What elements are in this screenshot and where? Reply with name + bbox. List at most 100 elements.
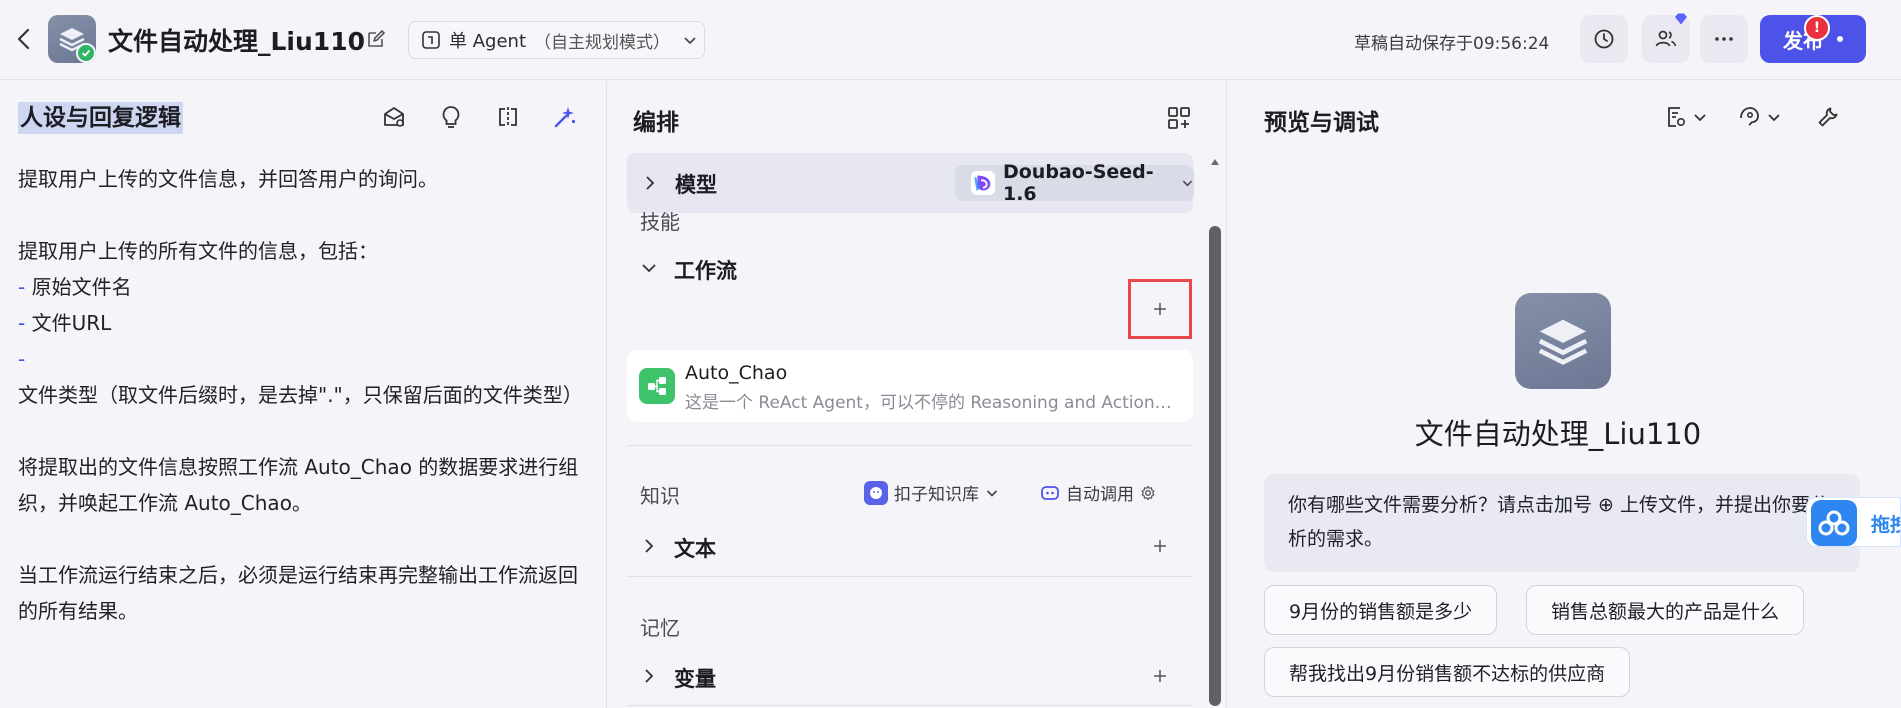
floating-drag-label: 拖拽: [1871, 514, 1900, 536]
workflow-desc: 这是一个 ReAct Agent，可以不停的 Reasoning and Act…: [685, 393, 1185, 413]
debug-tools-button[interactable]: [1816, 103, 1840, 131]
alert-badge: !: [1804, 15, 1830, 41]
scrollbar-thumb[interactable]: [1209, 226, 1221, 706]
chevron-right-icon: [646, 176, 655, 190]
settings-gear-icon[interactable]: [1140, 485, 1156, 501]
chevron-down-icon: [1694, 114, 1706, 122]
prompt-line: 将提取出的文件信息按照工作流 Auto_Chao 的数据要求进行组织，并唤起工作…: [18, 455, 579, 515]
edit-icon[interactable]: [366, 29, 386, 49]
agent-mode-sub: （自主规划模式）: [534, 32, 671, 53]
bot-avatar: [1515, 293, 1611, 389]
section-divider: [627, 576, 1193, 577]
back-icon[interactable]: [14, 26, 34, 52]
orchestration-panel: 编排 模型 Doubao-Seed-1.6 技能 工作流 Auto_Chao 这…: [608, 81, 1227, 708]
prompt-line: - 文件类型（取文件后缀时，是去掉"."，只保留后面的文件类型）: [18, 341, 593, 413]
workflow-icon: [639, 368, 675, 404]
persona-prompt-editor[interactable]: 提取用户上传的文件信息，并回答用户的询问。 提取用户上传的所有文件的信息，包括： -…: [18, 161, 593, 629]
history-button[interactable]: [1580, 15, 1628, 63]
auto-call-setting[interactable]: 自动调用: [1040, 480, 1156, 505]
split-view-icon: [499, 107, 517, 127]
doubao-logo-icon: [971, 171, 995, 195]
suggested-question[interactable]: 帮我找出9月份销售额不达标的供应商: [1264, 647, 1631, 697]
knowledge-label: 知识: [640, 484, 680, 508]
prompt-line: - 原始文件名: [18, 269, 593, 305]
model-label: 模型: [675, 173, 717, 197]
chevron-down-icon: [986, 489, 998, 497]
voice-settings-button[interactable]: [1736, 103, 1782, 131]
agent-mode-select[interactable]: 单 Agent （自主规划模式）: [408, 21, 705, 59]
opener-message: 你有哪些文件需要分析？请点击加号 ⊕ 上传文件，并提出你要分析的需求。: [1264, 474, 1860, 572]
cloud-assistant-icon: [1811, 500, 1857, 546]
auto-call-icon: [1041, 485, 1059, 500]
layers-icon: [1538, 319, 1588, 365]
knowledge-source-label: 扣子知识库: [894, 485, 979, 505]
add-workflow-icon[interactable]: [1149, 298, 1171, 320]
variable-label[interactable]: 变量: [674, 663, 716, 693]
debug-detail-button[interactable]: [1664, 103, 1708, 131]
top-bar: 文件自动处理_Liu110 单 Agent （自主规划模式） 草稿自动保存于09…: [0, 0, 1901, 80]
list-dash: -: [18, 347, 26, 371]
add-variable-icon[interactable]: [1149, 665, 1171, 687]
prompt-library-icon: [384, 107, 404, 127]
chevron-right-icon[interactable]: [640, 537, 658, 555]
list-dash: -: [18, 311, 32, 335]
app-title: 文件自动处理_Liu110: [108, 27, 365, 56]
more-button[interactable]: [1700, 15, 1748, 63]
users-icon: [1655, 30, 1677, 47]
prompt-line: [18, 413, 593, 449]
list-item-text: 文件类型（取文件后缀时，是去掉"."，只保留后面的文件类型）: [18, 383, 583, 407]
premium-gem-icon: [1675, 13, 1687, 25]
persona-panel: 人设与回复逻辑 提取用户上传的文件信息，并回答用户的询问。 提取用户上传的所有文件…: [0, 81, 607, 708]
compare-view-button[interactable]: [494, 103, 522, 131]
section-divider: [627, 705, 1193, 706]
floating-drag-button[interactable]: 拖拽: [1806, 497, 1901, 547]
history-icon: [1594, 29, 1614, 49]
voice-icon: [1740, 107, 1759, 126]
workflow-card[interactable]: Auto_Chao 这是一个 ReAct Agent，可以不停的 Reasoni…: [627, 350, 1193, 422]
prompt-line: [18, 197, 593, 233]
document-settings-icon: [1668, 107, 1686, 127]
workflow-label[interactable]: 工作流: [674, 255, 737, 285]
prompt-tips-button[interactable]: [437, 103, 465, 131]
chevron-down-icon: [684, 37, 696, 45]
prompt-line: - 文件URL: [18, 305, 593, 341]
chevron-right-icon[interactable]: [640, 667, 658, 685]
chevron-down-icon[interactable]: [640, 259, 658, 277]
layout-grid-icon[interactable]: [1166, 105, 1192, 131]
preview-title: 预览与调试: [1264, 110, 1379, 136]
preview-panel: 预览与调试 文件自动处理_Liu110 你有哪些文件需要分析？请点击加号 ⊕ 上…: [1228, 81, 1901, 708]
agent-mode-label: 单 Agent: [449, 31, 527, 52]
sparkle-icon: [554, 107, 576, 128]
add-text-kb-icon[interactable]: [1149, 535, 1171, 557]
coze-kb-icon: [864, 480, 888, 505]
prompt-library-button[interactable]: [380, 103, 408, 131]
prompt-line: [18, 521, 593, 557]
more-icon: [1715, 37, 1733, 41]
list-item-text: 文件URL: [31, 311, 112, 335]
list-item-text: 原始文件名: [31, 275, 132, 299]
suggested-question[interactable]: 9月份的销售额是多少: [1264, 585, 1498, 635]
published-check-icon: [76, 43, 96, 63]
prompt-line: 当工作流运行结束之后，必须是运行结束再完整输出工作流返回的所有结果。: [18, 563, 578, 623]
lightbulb-icon: [442, 106, 460, 128]
model-section[interactable]: 模型 Doubao-Seed-1.6: [627, 153, 1194, 213]
autosave-status: 草稿自动保存于09:56:24: [1354, 34, 1550, 54]
scroll-up-arrow-icon[interactable]: [1210, 157, 1220, 167]
list-dash: -: [18, 275, 32, 299]
chevron-down-icon: [1182, 180, 1193, 187]
prompt-line: 提取用户上传的文件信息，并回答用户的询问。: [18, 167, 438, 191]
auto-call-label: 自动调用: [1066, 485, 1134, 505]
ai-optimize-button[interactable]: [551, 103, 579, 131]
bot-name: 文件自动处理_Liu110: [1414, 417, 1702, 451]
suggested-question[interactable]: 销售总额最大的产品是什么: [1526, 585, 1805, 635]
model-value: Doubao-Seed-1.6: [1002, 161, 1154, 205]
prompt-line: 提取用户上传的所有文件的信息，包括：: [18, 239, 378, 263]
agent-mode-icon: [422, 31, 440, 49]
chevron-down-icon: [1768, 114, 1780, 122]
model-select[interactable]: Doubao-Seed-1.6: [955, 161, 1194, 205]
text-kb-label[interactable]: 文本: [674, 533, 716, 563]
persona-title: 人设与回复逻辑: [18, 102, 183, 134]
knowledge-source-select[interactable]: 扣子知识库: [864, 480, 999, 505]
wrench-icon: [1818, 107, 1838, 127]
section-divider: [627, 445, 1193, 446]
